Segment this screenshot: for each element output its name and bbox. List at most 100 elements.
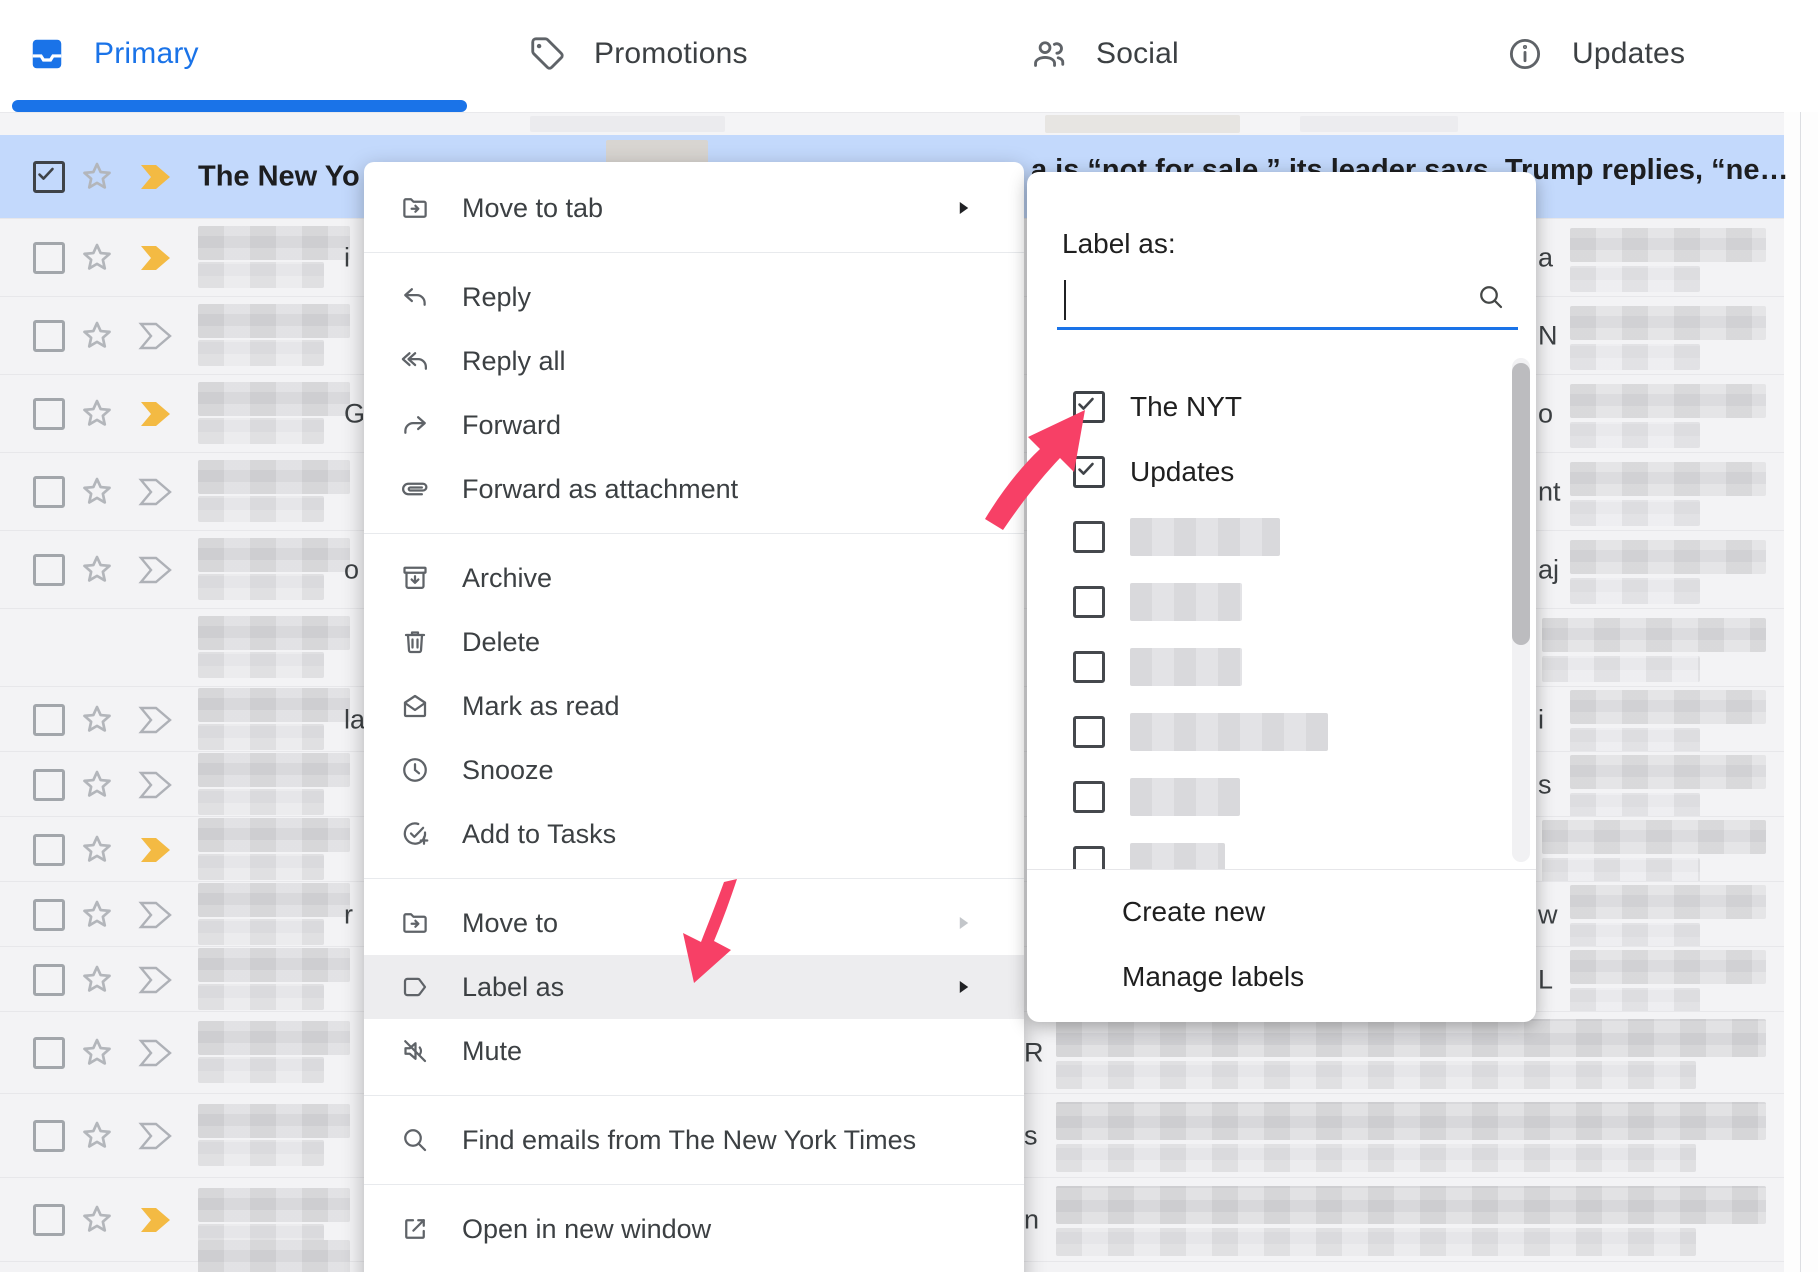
star-icon[interactable] [78,1034,116,1072]
importance-marker-icon[interactable] [138,900,178,930]
importance-marker-icon[interactable] [138,705,178,735]
redacted-label-name [1130,778,1240,816]
tab-social[interactable]: Social [1030,8,1179,100]
star-icon[interactable] [78,831,116,869]
importance-marker-icon[interactable] [138,1121,178,1151]
star-icon[interactable] [78,896,116,934]
tab-updates[interactable]: Updates [1506,8,1685,100]
create-new-label-button[interactable]: Create new [1122,887,1265,937]
importance-marker-icon[interactable] [138,555,178,585]
label-item-redacted[interactable] [1027,569,1536,634]
star-icon[interactable] [78,701,116,739]
star-icon[interactable] [78,551,116,589]
label-item-the-nyt[interactable]: The NYT [1027,374,1536,439]
label-checkbox[interactable] [1073,846,1105,870]
redacted-snippet [1056,1061,1696,1089]
star-icon[interactable] [78,473,116,511]
menu-divider [364,1095,1024,1096]
star-icon[interactable] [78,766,116,804]
label-checkbox[interactable] [1073,456,1105,488]
email-checkbox[interactable] [33,398,65,430]
menu-divider [364,533,1024,534]
label-checkbox[interactable] [1073,586,1105,618]
redacted-label-name [1130,648,1242,686]
star-icon[interactable] [78,158,116,196]
importance-marker-icon[interactable] [138,965,178,995]
redacted-subject [1056,1019,1766,1057]
menu-item-mute[interactable]: Mute [364,1019,1024,1083]
menu-item-move-to[interactable]: Move to [364,891,1024,955]
tab-primary[interactable]: Primary [28,8,199,100]
star-icon[interactable] [78,239,116,277]
menu-item-reply-all[interactable]: Reply all [364,329,1024,393]
menu-item-move-to-tab[interactable]: Move to tab [364,176,1024,240]
importance-marker-icon[interactable] [138,770,178,800]
tab-promotions[interactable]: Promotions [528,8,748,100]
label-checkbox[interactable] [1073,391,1105,423]
list-scroll-gutter[interactable] [1784,112,1818,1272]
menu-item-archive[interactable]: Archive [364,546,1024,610]
redacted-sender [198,1021,350,1055]
email-checkbox[interactable] [33,320,65,352]
menu-item-add-to-tasks[interactable]: Add to Tasks [364,802,1024,866]
star-icon[interactable] [78,317,116,355]
check-icon [34,162,58,186]
redacted-label-name [1130,843,1225,870]
panel-divider [1027,869,1536,870]
menu-item-find-emails-from-the-new-york-times[interactable]: Find emails from The New York Times [364,1108,1024,1172]
email-checkbox[interactable] [33,1120,65,1152]
label-list-scroll-thumb[interactable] [1512,363,1530,645]
label-item-redacted[interactable] [1027,504,1536,569]
importance-marker-icon[interactable] [138,1205,178,1235]
menu-item-label-as[interactable]: Label as [364,955,1024,1019]
importance-marker-icon[interactable] [138,321,178,351]
menu-item-forward-as-attachment[interactable]: Forward as attachment [364,457,1024,521]
importance-marker-icon[interactable] [138,399,178,429]
menu-item-reply[interactable]: Reply [364,265,1024,329]
label-item-updates[interactable]: Updates [1027,439,1536,504]
label-item-redacted[interactable] [1027,699,1536,764]
task-add-icon [400,819,430,849]
manage-labels-button[interactable]: Manage labels [1122,952,1304,1002]
email-checkbox[interactable] [33,964,65,996]
importance-marker-icon[interactable] [138,1038,178,1068]
menu-item-snooze[interactable]: Snooze [364,738,1024,802]
label-checkbox[interactable] [1073,521,1105,553]
redacted-sender [198,753,350,787]
menu-item-forward[interactable]: Forward [364,393,1024,457]
importance-marker-icon[interactable] [138,835,178,865]
search-underline [1057,327,1518,330]
star-icon[interactable] [78,1201,116,1239]
email-checkbox[interactable] [33,704,65,736]
email-checkbox[interactable] [33,242,65,274]
menu-item-label: Reply [462,282,531,313]
star-icon[interactable] [78,961,116,999]
email-checkbox[interactable] [33,161,65,193]
star-icon[interactable] [78,1117,116,1155]
label-item-redacted[interactable] [1027,764,1536,829]
reply-icon [400,282,430,312]
email-checkbox[interactable] [33,769,65,801]
label-item-redacted[interactable] [1027,634,1536,699]
importance-marker-icon[interactable] [138,162,178,192]
label-checkbox[interactable] [1073,716,1105,748]
menu-item-delete[interactable]: Delete [364,610,1024,674]
label-search-input[interactable] [1057,272,1518,330]
label-checkbox[interactable] [1073,651,1105,683]
menu-item-open-in-new-window[interactable]: Open in new window [364,1197,1024,1261]
label-checkbox[interactable] [1073,781,1105,813]
importance-marker-icon[interactable] [138,243,178,273]
email-checkbox[interactable] [33,1037,65,1069]
email-checkbox[interactable] [33,554,65,586]
menu-item-mark-as-read[interactable]: Mark as read [364,674,1024,738]
email-checkbox[interactable] [33,1204,65,1236]
menu-item-label: Forward as attachment [462,474,738,505]
email-checkbox[interactable] [33,899,65,931]
redacted-snippet [198,1140,324,1166]
submenu-chevron-icon [952,912,974,934]
star-icon[interactable] [78,395,116,433]
email-checkbox[interactable] [33,476,65,508]
label-item-redacted[interactable] [1027,829,1536,869]
email-checkbox[interactable] [33,834,65,866]
importance-marker-icon[interactable] [138,477,178,507]
